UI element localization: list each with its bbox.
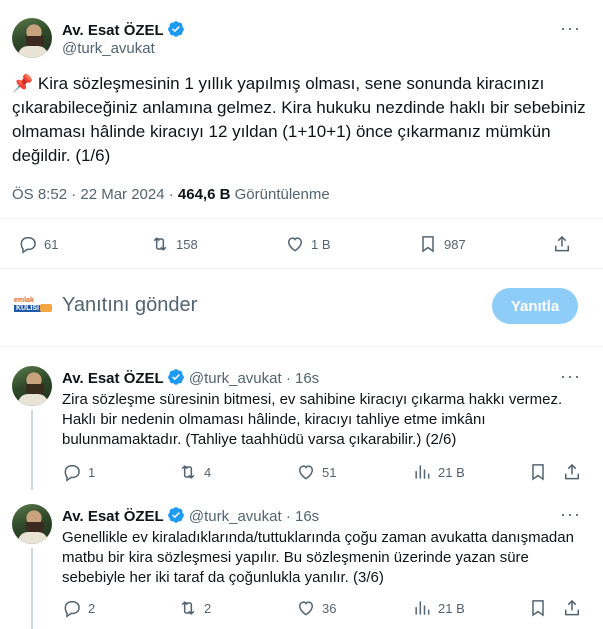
author-name-row[interactable]: Av. Esat ÖZEL	[62, 20, 185, 40]
thread-line	[31, 410, 33, 490]
verified-badge-icon	[167, 21, 184, 37]
retweet-icon	[153, 237, 167, 251]
bookmark-button[interactable]: 987	[418, 234, 466, 254]
reply-button[interactable]: 61	[18, 234, 58, 254]
reply-author-handle[interactable]: @turk_avukat	[189, 370, 282, 387]
more-options-icon[interactable]: ···	[560, 504, 581, 525]
reply-input[interactable]: Yanıtını gönder	[62, 294, 197, 317]
retweet-button[interactable]: 158	[150, 234, 198, 254]
author-handle[interactable]: @turk_avukat	[62, 40, 155, 57]
logo-mark	[40, 304, 52, 312]
retweet-icon	[181, 465, 195, 479]
reply-button[interactable]: 2	[62, 598, 95, 618]
like-count: 36	[322, 600, 337, 616]
share-button[interactable]	[552, 234, 578, 254]
logo-text-bottom: KULİSİ	[14, 305, 41, 312]
like-count: 1 B	[311, 236, 331, 252]
views-chart-icon	[415, 465, 430, 479]
heart-icon	[298, 465, 314, 480]
views-count: 21 B	[438, 464, 465, 480]
reply-author-name[interactable]: Av. Esat ÖZEL	[62, 508, 164, 525]
retweet-icon	[181, 601, 195, 615]
logo-text-top: emlak	[14, 297, 34, 304]
share-icon	[555, 235, 569, 252]
retweet-count: 2	[204, 600, 212, 616]
verified-badge-icon	[167, 507, 184, 523]
like-button[interactable]: 51	[296, 462, 336, 482]
share-icon	[565, 599, 579, 616]
reply-count: 1	[88, 464, 96, 480]
bookmark-icon	[532, 600, 544, 617]
share-button[interactable]	[562, 462, 588, 482]
views-count: 21 B	[438, 600, 465, 616]
bookmark-icon	[422, 236, 434, 253]
divider	[0, 218, 603, 219]
divider	[0, 346, 603, 347]
divider	[0, 268, 603, 269]
more-options-icon[interactable]: ···	[560, 18, 581, 39]
tweet-body: Kira sözleşmesinin 1 yıllık yapılmış olm…	[12, 74, 586, 165]
retweet-count: 4	[204, 464, 212, 480]
reply-header: Av. Esat ÖZEL @turk_avukat · 16s	[62, 368, 319, 387]
bookmark-count: 987	[444, 236, 466, 252]
retweet-button[interactable]: 4	[178, 462, 211, 482]
reply-timestamp[interactable]: · 16s	[286, 508, 319, 525]
reply-timestamp[interactable]: · 16s	[286, 370, 319, 387]
reply-text: Genellikle ev kiraladıklarında/tuttuklar…	[62, 529, 574, 586]
share-button[interactable]	[562, 598, 588, 618]
tweet-meta: ÖS 8:52 · 22 Mar 2024 · 464,6 B Görüntül…	[12, 186, 330, 203]
reply-icon	[64, 465, 80, 482]
more-options-icon[interactable]: ···	[560, 366, 581, 387]
reply-author-name[interactable]: Av. Esat ÖZEL	[62, 370, 164, 387]
tweet-timestamp[interactable]: ÖS 8:52 · 22 Mar 2024 ·	[12, 186, 178, 203]
heart-icon	[298, 601, 314, 616]
share-icon	[565, 463, 579, 480]
verified-badge-icon	[167, 369, 184, 385]
submit-reply-button[interactable]: Yanıtla	[492, 288, 578, 324]
thread-line	[31, 548, 33, 629]
composer-avatar-logo: emlak KULİSİ	[12, 294, 52, 318]
pin-icon: 📌	[12, 74, 34, 93]
tweet-text: 📌 Kira sözleşmesinin 1 yıllık yapılmış o…	[12, 72, 592, 168]
views-chart-icon	[415, 601, 430, 615]
retweet-count: 158	[176, 236, 198, 252]
bookmark-icon	[532, 464, 544, 481]
views-count: 464,6 B	[177, 186, 231, 203]
reply-author-handle[interactable]: @turk_avukat	[189, 508, 282, 525]
reply-count: 61	[44, 236, 59, 252]
views-button[interactable]: 21 B	[412, 462, 465, 482]
author-avatar[interactable]	[12, 18, 52, 58]
reply-icon	[64, 601, 80, 618]
reply-icon	[20, 237, 36, 254]
reply-avatar[interactable]	[12, 504, 52, 544]
bookmark-button[interactable]	[528, 598, 554, 618]
reply-header: Av. Esat ÖZEL @turk_avukat · 16s	[62, 506, 319, 525]
retweet-button[interactable]: 2	[178, 598, 211, 618]
bookmark-button[interactable]	[528, 462, 554, 482]
like-button[interactable]: 1 B	[285, 234, 331, 254]
views-button[interactable]: 21 B	[412, 598, 465, 618]
heart-icon	[287, 237, 303, 252]
reply-avatar[interactable]	[12, 366, 52, 406]
like-button[interactable]: 36	[296, 598, 336, 618]
author-name[interactable]: Av. Esat ÖZEL	[62, 22, 164, 39]
reply-count: 2	[88, 600, 96, 616]
like-count: 51	[322, 464, 337, 480]
reply-text: Zira sözleşme süresinin bitmesi, ev sahi…	[62, 391, 563, 448]
views-label: Görüntülenme	[230, 186, 330, 203]
reply-button[interactable]: 1	[62, 462, 95, 482]
